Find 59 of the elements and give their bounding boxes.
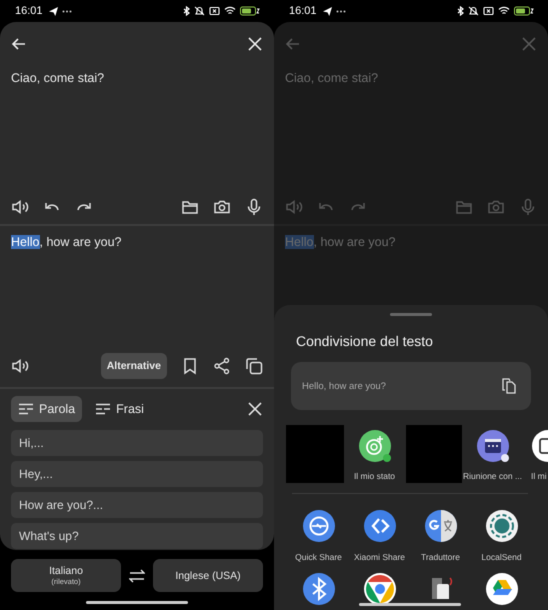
chevrons-icon[interactable] bbox=[362, 509, 396, 543]
sim-card-icon bbox=[209, 6, 220, 16]
copy-icon[interactable] bbox=[245, 357, 263, 375]
calendar-icon[interactable] bbox=[476, 429, 510, 463]
battery-icon bbox=[240, 6, 260, 16]
contact-label: Il mi bbox=[531, 471, 547, 481]
tricolor-ring-icon[interactable] bbox=[362, 572, 396, 606]
alternative-item[interactable]: Hi,... bbox=[11, 430, 263, 456]
battery-icon bbox=[514, 6, 534, 16]
copy-icon[interactable] bbox=[501, 378, 517, 394]
clock-time: 16:01 bbox=[289, 5, 317, 17]
send-icon bbox=[322, 6, 332, 16]
more-dots-icon bbox=[336, 10, 346, 12]
app-label: Quick Share bbox=[295, 552, 342, 562]
bluetooth-icon bbox=[183, 6, 190, 16]
sheet-title: Condivisione del testo bbox=[296, 333, 434, 349]
lines-icon bbox=[18, 403, 34, 415]
drag-handle[interactable] bbox=[390, 313, 432, 316]
speaker-icon[interactable] bbox=[11, 357, 29, 375]
alternative-item[interactable]: How are you?... bbox=[11, 492, 263, 518]
sim-card-icon bbox=[483, 6, 494, 16]
translate-icon[interactable] bbox=[424, 509, 458, 543]
more-dots-icon bbox=[62, 10, 72, 12]
microphone-icon[interactable] bbox=[245, 198, 263, 216]
circular-arrows-icon[interactable] bbox=[302, 509, 336, 543]
app-label: Xiaomi Share bbox=[354, 552, 406, 562]
translated-text: Hello, how are you? bbox=[285, 234, 396, 250]
alternative-button[interactable]: Alternative bbox=[100, 353, 167, 379]
back-icon[interactable] bbox=[11, 36, 27, 52]
clock-time: 16:01 bbox=[15, 5, 43, 17]
muted-bell-icon bbox=[468, 6, 479, 16]
wifi-icon bbox=[224, 6, 236, 16]
app-label: Traduttore bbox=[421, 552, 460, 562]
ring-icon[interactable] bbox=[484, 509, 518, 543]
preview-text: Hello, how are you? bbox=[302, 380, 386, 392]
send-icon bbox=[48, 6, 58, 16]
tab[interactable]: Frasi bbox=[88, 396, 151, 422]
speaker-icon[interactable] bbox=[11, 198, 29, 216]
camera-ring-icon[interactable] bbox=[358, 429, 392, 463]
swap-icon[interactable] bbox=[129, 568, 145, 584]
camera-icon[interactable] bbox=[213, 198, 231, 216]
wifi-icon bbox=[498, 6, 510, 16]
lines-icon bbox=[95, 403, 112, 415]
redacted-block bbox=[406, 425, 462, 483]
tab[interactable]: Parola bbox=[11, 396, 82, 422]
target-language-button[interactable]: Inglese (USA) bbox=[153, 559, 263, 592]
app-label: LocalSend bbox=[481, 552, 522, 562]
bluetooth-icon bbox=[457, 6, 464, 16]
contact-label: Il mio stato bbox=[354, 471, 396, 481]
translated-text: Hello, how are you? bbox=[11, 234, 122, 250]
alternative-item[interactable]: What's up? bbox=[11, 523, 263, 549]
share-icon[interactable] bbox=[213, 357, 231, 375]
alternative-item[interactable]: Hey,... bbox=[11, 461, 263, 487]
source-text[interactable]: Ciao, come stai? bbox=[11, 70, 263, 86]
contact-label: Riunione con ... bbox=[462, 471, 522, 481]
bluetooth-icon[interactable] bbox=[302, 572, 336, 606]
source-text: Ciao, come stai? bbox=[285, 70, 380, 86]
redacted-block bbox=[286, 425, 344, 483]
muted-bell-icon bbox=[194, 6, 205, 16]
